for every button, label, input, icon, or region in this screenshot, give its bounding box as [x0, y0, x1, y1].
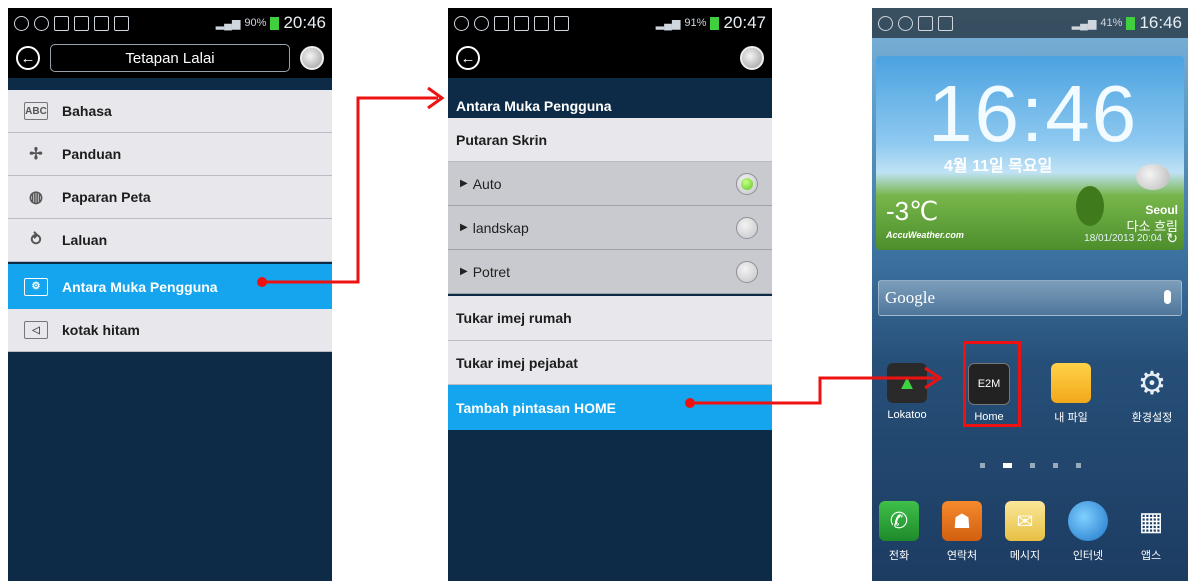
annotation-arrows [257, 86, 943, 408]
arrow-line-2 [690, 376, 935, 405]
arrow-start-dot-2 [685, 398, 695, 408]
arrow-start-dot-1 [257, 277, 267, 287]
arrow-line-1 [262, 96, 438, 284]
